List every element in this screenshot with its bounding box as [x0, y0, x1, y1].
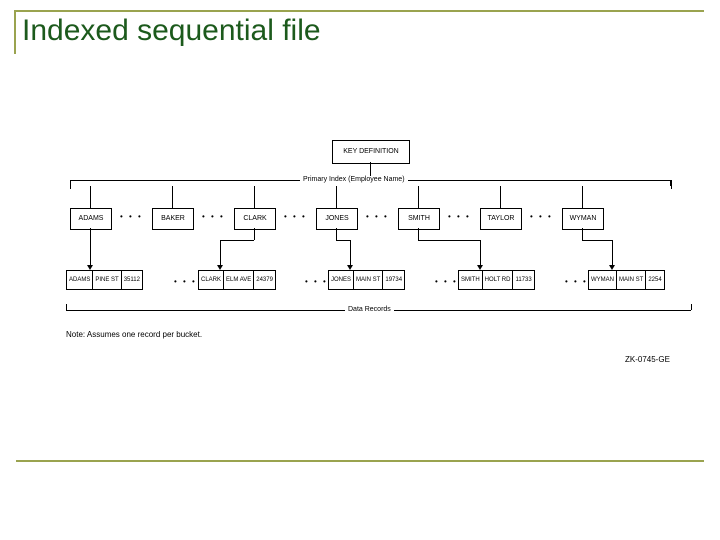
- record-code: 35112: [121, 270, 143, 290]
- ellipsis-icon: • • •: [174, 277, 197, 286]
- index-entry: WYMAN: [562, 208, 604, 230]
- record-name: SMITH: [458, 270, 482, 290]
- connector: [336, 228, 337, 240]
- index-entry: BAKER: [152, 208, 194, 230]
- connector: [70, 180, 71, 186]
- connector: [691, 304, 692, 310]
- ellipsis-icon: • • •: [565, 277, 588, 286]
- record-street: HOLT RD: [482, 270, 513, 290]
- index-entry: SMITH: [398, 208, 440, 230]
- record-code: 24379: [253, 270, 276, 290]
- connector: [418, 186, 419, 208]
- data-record: WYMAN MAIN ST 2254: [588, 270, 665, 290]
- ellipsis-icon: • • •: [120, 212, 143, 221]
- connector: [336, 240, 350, 241]
- index-entry: TAYLOR: [480, 208, 522, 230]
- record-code: 2254: [645, 270, 664, 290]
- ellipsis-icon: • • •: [284, 212, 307, 221]
- record-name: JONES: [328, 270, 353, 290]
- data-record: SMITH HOLT RD 11733: [458, 270, 535, 290]
- record-street: ELM AVE: [223, 270, 253, 290]
- connector: [90, 228, 91, 268]
- diagram-container: KEY DEFINITION Primary Index (Employee N…: [70, 140, 670, 370]
- figure-id: ZK-0745-GE: [625, 355, 670, 364]
- connector: [582, 240, 612, 241]
- connector: [254, 186, 255, 208]
- connector: [500, 186, 501, 208]
- slide-frame-top: [14, 10, 704, 12]
- data-record: JONES MAIN ST 19734: [328, 270, 405, 290]
- data-record: ADAMS PINE ST 35112: [66, 270, 143, 290]
- connector: [418, 240, 480, 241]
- connector: [336, 186, 337, 208]
- record-name: CLARK: [198, 270, 223, 290]
- connector: [582, 228, 583, 240]
- connector: [582, 186, 583, 208]
- connector: [220, 240, 221, 268]
- data-record: CLARK ELM AVE 24379: [198, 270, 276, 290]
- record-street: MAIN ST: [353, 270, 382, 290]
- slide-frame-left: [14, 10, 16, 54]
- index-entry: JONES: [316, 208, 358, 230]
- page-title: Indexed sequential file: [22, 14, 329, 48]
- record-code: 19734: [382, 270, 405, 290]
- ellipsis-icon: • • •: [448, 212, 471, 221]
- index-entry: CLARK: [234, 208, 276, 230]
- ellipsis-icon: • • •: [366, 212, 389, 221]
- index-entry: ADAMS: [70, 208, 112, 230]
- connector: [90, 186, 91, 208]
- ellipsis-icon: • • •: [305, 277, 328, 286]
- record-street: MAIN ST: [616, 270, 645, 290]
- key-definition-box: KEY DEFINITION: [332, 140, 410, 164]
- record-name: ADAMS: [66, 270, 92, 290]
- data-records-label: Data Records: [345, 306, 394, 313]
- primary-index-label: Primary Index (Employee Name): [300, 176, 408, 183]
- ellipsis-icon: • • •: [435, 277, 458, 286]
- connector: [220, 240, 254, 241]
- connector: [254, 228, 255, 240]
- ellipsis-icon: • • •: [530, 212, 553, 221]
- connector: [670, 180, 671, 186]
- connector: [66, 304, 67, 310]
- diagram-note: Note: Assumes one record per bucket.: [66, 330, 202, 339]
- connector: [172, 186, 173, 208]
- connector: [480, 240, 481, 268]
- record-code: 11733: [512, 270, 534, 290]
- connector: [612, 240, 613, 268]
- record-name: WYMAN: [588, 270, 616, 290]
- record-street: PINE ST: [92, 270, 120, 290]
- slide-frame-bottom: [16, 460, 704, 462]
- connector: [350, 240, 351, 268]
- connector: [418, 228, 419, 240]
- ellipsis-icon: • • •: [202, 212, 225, 221]
